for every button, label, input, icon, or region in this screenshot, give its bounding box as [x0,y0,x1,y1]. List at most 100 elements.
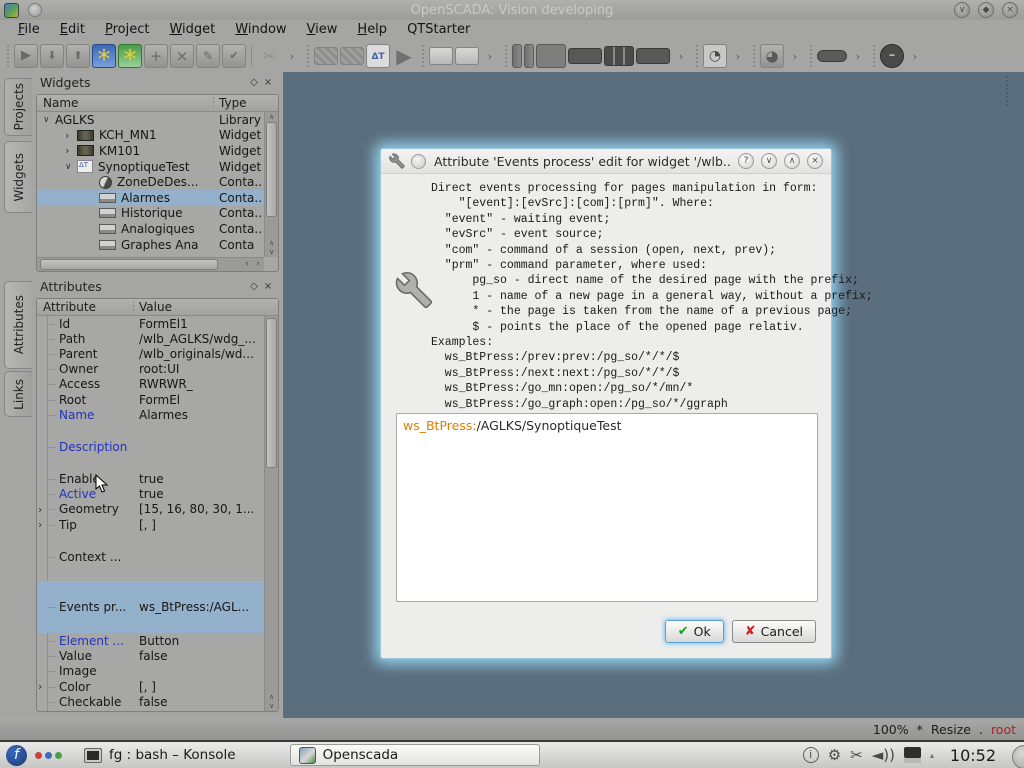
taskbar-item-konsole[interactable]: fg : bash – Konsole [76,744,244,766]
events-text-editor[interactable]: ws_BtPress:/AGLKS/SynoptiqueTest [396,413,818,602]
toolbar-item[interactable] [502,45,509,67]
tree-row[interactable]: Graphes Ana Conta [37,237,264,253]
pager-dot-green[interactable] [55,752,62,759]
tree-row[interactable]: KCH_MN1 Widget [37,128,264,144]
expand-icon[interactable]: › [38,680,48,693]
attribute-row[interactable]: › [37,564,264,581]
attribute-row[interactable]: › Events pr... ws_BtPress:/AGL... [37,581,264,633]
tree-row[interactable]: Analogiques Conta.. [37,221,264,237]
toolbar-item[interactable] [40,44,64,68]
device-icon[interactable] [904,747,921,763]
attribute-row[interactable]: › Checkable false [37,694,264,709]
float-icon[interactable]: ◇ [247,77,261,88]
taskbar-item-openscada[interactable]: Openscada [290,744,540,766]
help-icon[interactable]: ? [738,153,754,169]
toolbar-item[interactable] [144,44,168,68]
column-type[interactable]: Type [219,96,247,110]
toolbar-item[interactable] [66,44,90,68]
toolbar-item[interactable] [807,45,814,67]
toolbar-item[interactable] [304,45,311,67]
toolbar-item[interactable] [760,44,784,68]
toolbar-item[interactable] [429,47,453,65]
close-icon[interactable]: × [807,153,823,169]
tree-row[interactable]: Alarmes Conta.. [37,190,264,206]
toolbar-item[interactable] [568,48,602,64]
toolbar-item[interactable] [870,45,877,67]
desktop-pager[interactable] [35,752,62,759]
attribute-row[interactable]: › Root FormEl [37,392,264,407]
menu-item[interactable]: Edit [50,20,95,40]
menu-item[interactable]: Widget [159,20,225,40]
expander-icon[interactable] [65,129,77,142]
toolbar-item[interactable]: › [852,50,864,63]
toolbar-item[interactable] [314,47,338,65]
tab-links[interactable]: Links [4,371,32,417]
toolbar-item[interactable]: › [789,50,801,63]
attr-vertical-scrollbar[interactable]: ∧ ∨ [264,316,278,711]
gear-icon[interactable]: ⚙ [828,746,841,764]
toolbar-item[interactable] [340,47,364,65]
volume-icon[interactable]: ◄)) [872,746,895,764]
widgets-dock-header[interactable]: Widgets ◇ × [34,72,281,92]
close-icon[interactable]: × [261,77,275,88]
toolbar-item[interactable] [196,44,220,68]
menu-item[interactable]: Project [95,20,160,40]
attribute-row[interactable]: › Access RWRWR_ [37,377,264,392]
attribute-row[interactable]: › Image [37,664,264,679]
pager-dot-blue[interactable] [45,752,52,759]
attribute-row[interactable]: › Owner root:UI [37,362,264,377]
toolbar-item[interactable] [817,50,847,62]
tree-row[interactable]: KM101 Widget [37,143,264,159]
attribute-row[interactable]: › [37,455,264,472]
toolbar-item[interactable] [419,45,426,67]
attribute-row[interactable]: › [37,422,264,439]
tree-row[interactable]: AGLKS Library [37,112,264,128]
toolbar-item[interactable] [512,44,522,68]
toolbar-item[interactable] [4,45,11,67]
toolbar-item[interactable] [750,45,757,67]
toolbar-item[interactable]: › [909,50,921,63]
column-name[interactable]: Name [43,96,78,110]
attribute-row[interactable]: › Tip [, ] [37,517,264,532]
attribute-row[interactable]: › Element ... Button [37,633,264,648]
menu-item[interactable]: Window [225,20,296,40]
attribute-row[interactable]: › Id FormEl1 [37,316,264,331]
toolbar-item[interactable]: › [484,50,496,63]
show-desktop-icon[interactable] [1012,745,1024,768]
shade-button[interactable]: ∨ [954,2,970,18]
window-titlebar[interactable]: OpenSCADA: Vision developing ∨ ◆ × [0,0,1024,20]
attribute-row[interactable]: › [37,532,264,549]
tree-row[interactable]: SynoptiqueTest Widget [37,159,264,175]
info-icon[interactable]: i [803,747,819,763]
toolbar-item[interactable] [455,47,479,65]
close-button[interactable]: × [1002,2,1018,18]
attribute-row[interactable]: › Color [, ] [37,679,264,694]
toolbar-item[interactable] [604,46,634,66]
toolbar-item[interactable] [14,44,38,68]
cancel-button[interactable]: ✘ Cancel [732,620,816,643]
toolbar-item[interactable] [251,45,252,67]
toolbar-item[interactable] [880,44,904,68]
attributes-dock-header[interactable]: Attributes ◇ × [34,276,281,296]
toolbar-item[interactable] [524,44,534,68]
attribute-row[interactable]: › Value false [37,649,264,664]
float-icon[interactable]: ◇ [247,281,261,292]
toolbar-item[interactable] [257,44,281,68]
toolbar-item[interactable]: › [286,50,298,63]
tab-attributes[interactable]: Attributes [4,281,32,369]
attribute-row[interactable]: › Parent /wlb_originals/wd... [37,346,264,361]
close-icon[interactable]: × [261,281,275,292]
toolbar-item[interactable] [118,44,142,68]
toolbar-item[interactable] [222,44,246,68]
column-value[interactable]: Value [139,300,172,314]
attribute-row[interactable]: › Geometry [15, 16, 80, 30, 1... [37,502,264,517]
clock[interactable]: 10:52 [950,746,996,765]
scissors-icon[interactable]: ✂ [850,746,863,764]
chevron-down-icon[interactable]: ∨ [761,153,777,169]
toolbar-item[interactable] [392,44,416,68]
chevron-up-icon[interactable]: ∧ [784,153,800,169]
dialog-menu-icon[interactable] [411,154,426,169]
expand-icon[interactable]: › [38,503,48,516]
tree-row[interactable]: Historique Conta.. [37,206,264,222]
tray-expand-icon[interactable]: ▴ [930,751,934,760]
